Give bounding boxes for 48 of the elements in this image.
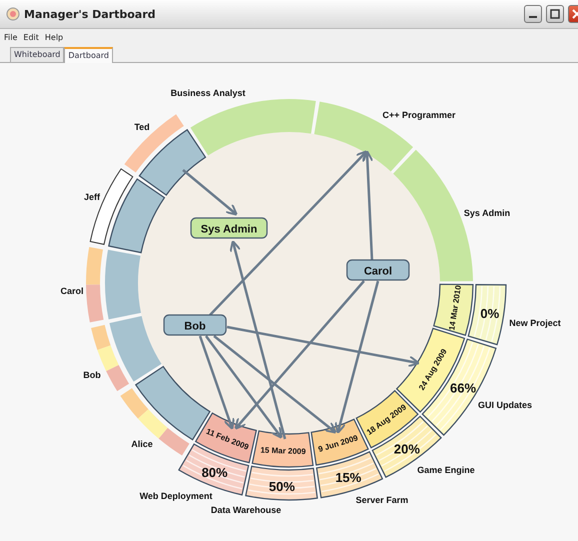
project-label: Game Engine — [417, 465, 475, 475]
progress-percent: 80% — [202, 464, 228, 480]
window-title: Manager's Dartboard — [24, 8, 157, 20]
project-label: Web Deployment — [140, 491, 212, 501]
tab[interactable]: Whiteboard — [10, 47, 64, 62]
task-date: 15 Mar 2009 — [260, 446, 306, 456]
maximize-icon — [550, 9, 560, 19]
project-segment[interactable] — [245, 466, 318, 500]
minimize-icon — [529, 16, 537, 18]
project-segment[interactable] — [468, 284, 507, 346]
project-label: New Project — [509, 318, 561, 328]
progress-percent: 0% — [480, 306, 500, 321]
progress-percent: 15% — [335, 470, 362, 486]
task-segment[interactable] — [252, 430, 314, 468]
person-segment[interactable] — [108, 178, 165, 254]
person-segment[interactable] — [138, 129, 206, 196]
dartboard-icon — [6, 7, 20, 21]
person-label: Carol — [60, 286, 84, 296]
project-segment[interactable] — [316, 451, 384, 498]
progress-percent: 50% — [268, 478, 295, 494]
node-label: Sys Admin — [200, 224, 258, 236]
node-label: Carol — [364, 266, 392, 278]
menu-item[interactable]: File — [4, 32, 18, 42]
role-label: Business Analyst — [170, 88, 246, 98]
node-label: Bob — [184, 320, 206, 332]
project-label: GUI Updates — [478, 400, 532, 410]
progress-percent: 20% — [394, 441, 420, 456]
project-label: Server Farm — [356, 495, 408, 505]
node-box[interactable] — [346, 259, 410, 281]
menu-item[interactable]: Help — [44, 32, 64, 42]
person-label: Ted — [134, 122, 150, 132]
node-box[interactable] — [190, 217, 268, 239]
tab[interactable]: Dartboard — [64, 47, 113, 63]
task-date: 14 Mar 2010 — [447, 284, 463, 331]
role-label: C++ Programmer — [382, 110, 456, 120]
minimize-button[interactable] — [524, 5, 542, 23]
project-label: Data Warehouse — [210, 505, 282, 515]
progress-percent: 66% — [450, 380, 476, 396]
menu-item[interactable]: Edit — [23, 32, 39, 42]
task-segment[interactable] — [433, 284, 474, 336]
maximize-button[interactable] — [546, 5, 564, 23]
person-label: Alice — [131, 439, 153, 449]
role-label: Sys Admin — [464, 208, 510, 218]
task-date: 11 Feb 2009 — [204, 426, 250, 452]
task-date: 9 Jun 2009 — [317, 433, 359, 454]
person-label: Jeff — [84, 192, 100, 202]
node-box[interactable] — [163, 314, 227, 336]
person-label: Bob — [83, 370, 101, 380]
